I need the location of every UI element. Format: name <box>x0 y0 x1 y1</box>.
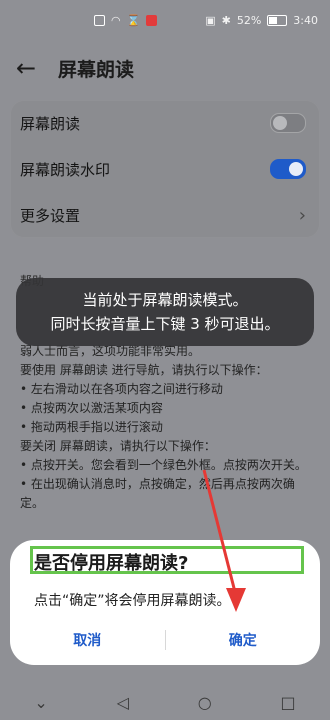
setting-label: 屏幕朗读水印 <box>20 160 111 179</box>
notification-icon <box>94 14 105 26</box>
recents-square-icon[interactable]: □ <box>280 693 295 712</box>
screen-reader-switch[interactable] <box>270 113 306 133</box>
app-header: ← 屏幕朗读 <box>0 48 330 88</box>
help-line: 要使用 屏幕朗读 进行导航，请执行以下操作： <box>20 363 268 377</box>
help-line: • 点按两次以激活某项内容 <box>20 401 163 415</box>
help-line: • 在出现确认消息时，点按确定，然后再点按两次确定。 <box>20 477 295 510</box>
home-circle-icon[interactable]: ○ <box>198 693 212 712</box>
toast-line: 当前处于屏幕朗读模式。 <box>82 291 248 309</box>
screen-record-icon <box>146 14 158 26</box>
settings-card: 屏幕朗读 屏幕朗读水印 更多设置 › <box>10 100 320 238</box>
status-right: ▣ ✱ 52% 3:40 <box>205 14 318 27</box>
screen-reader-toast: 当前处于屏幕朗读模式。 同时长按音量上下键 3 秒可退出。 <box>16 278 314 346</box>
confirm-button[interactable]: 确定 <box>166 630 321 650</box>
page-title: 屏幕朗读 <box>58 58 135 81</box>
setting-row-screen-reader[interactable]: 屏幕朗读 <box>10 100 320 146</box>
toast-line: 同时长按音量上下键 3 秒可退出。 <box>50 315 280 333</box>
battery-icon <box>267 14 288 26</box>
navigation-bar: ⌄ ◁ ○ □ <box>0 685 330 720</box>
setting-row-watermark[interactable]: 屏幕朗读水印 <box>10 146 320 192</box>
help-line: • 左右滑动以在各项内容之间进行移动 <box>20 382 223 396</box>
watermark-switch[interactable] <box>270 159 306 179</box>
setting-label: 屏幕朗读 <box>20 114 81 133</box>
cancel-button[interactable]: 取消 <box>10 630 165 650</box>
bluetooth-icon: ✱ <box>221 13 231 27</box>
back-triangle-icon[interactable]: ◁ <box>117 693 129 712</box>
help-text: 弱人士而言，这项功能非常实用。 要使用 屏幕朗读 进行导航，请执行以下操作： •… <box>20 342 310 513</box>
battery-percent: 52% <box>236 13 262 27</box>
dialog-title: 是否停用屏幕朗读? <box>34 553 189 574</box>
chevron-right-icon: › <box>298 204 306 226</box>
wifi-icon: ◠ <box>111 13 121 27</box>
status-left: ◠ ⌛ <box>94 13 158 27</box>
alarm-icon: ⌛ <box>126 13 141 27</box>
status-bar: ◠ ⌛ ▣ ✱ 52% 3:40 <box>0 0 330 40</box>
confirm-dialog: 是否停用屏幕朗读? 点击“确定”将会停用屏幕朗读。 取消 确定 <box>10 540 320 665</box>
dialog-buttons: 取消 确定 <box>10 622 320 658</box>
screen: ◠ ⌛ ▣ ✱ 52% 3:40 ← 屏幕朗读 屏幕朗读 屏幕朗读水印 更多设置… <box>0 0 330 720</box>
nav-collapse-icon[interactable]: ⌄ <box>34 693 47 712</box>
dialog-message: 点击“确定”将会停用屏幕朗读。 <box>34 593 231 609</box>
nfc-icon: ▣ <box>205 13 216 27</box>
help-line: • 拖动两根手指以进行滚动 <box>20 420 163 434</box>
setting-label: 更多设置 <box>20 206 81 225</box>
help-line: 要关闭 屏幕朗读，请执行以下操作： <box>20 439 216 453</box>
arrow-left-icon[interactable]: ← <box>16 54 50 82</box>
clock: 3:40 <box>293 13 318 27</box>
help-line: • 点按开关。您会看到一个绿色外框。点按两次开关。 <box>20 458 307 472</box>
setting-row-more-settings[interactable]: 更多设置 › <box>10 192 320 238</box>
